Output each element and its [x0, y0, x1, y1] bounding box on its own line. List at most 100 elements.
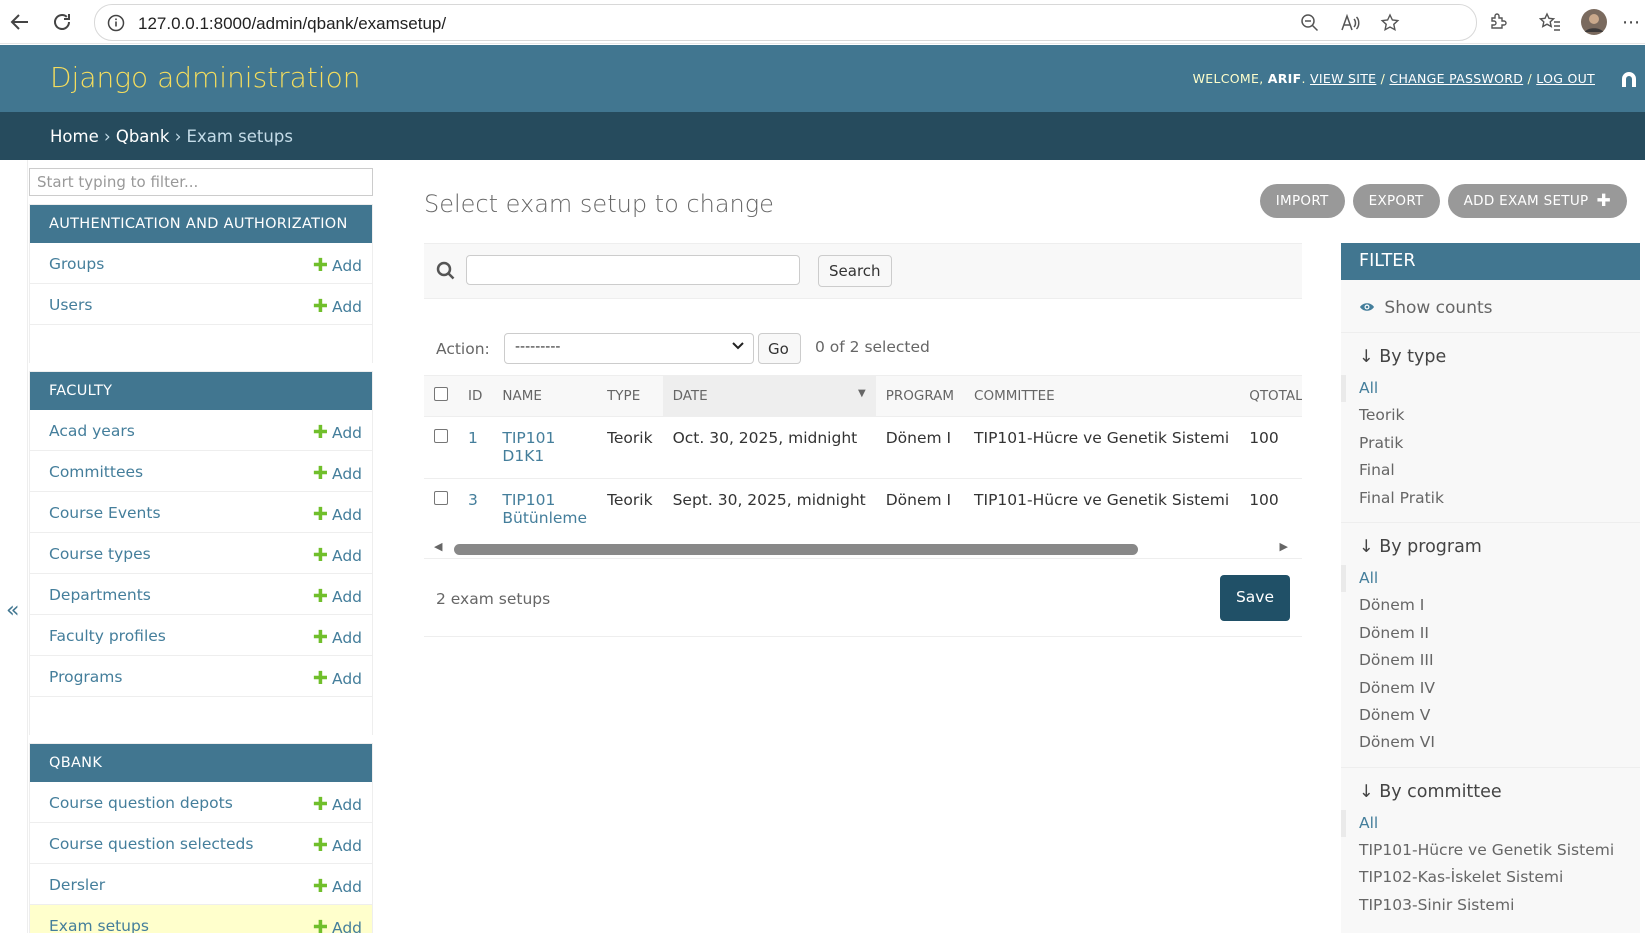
plus-icon: ✚ [312, 586, 328, 607]
model-link[interactable]: Groups [49, 255, 104, 273]
model-link[interactable]: Departments [49, 586, 151, 604]
model-link[interactable]: Course question selecteds [49, 835, 253, 853]
scrollbar-thumb[interactable] [454, 544, 1138, 555]
filter-choice[interactable]: Dönem II [1341, 620, 1640, 647]
column-header-name[interactable]: Name [492, 375, 598, 417]
row-checkbox[interactable] [424, 416, 458, 479]
row-checkbox[interactable] [424, 478, 458, 541]
row-name[interactable]: TIP101 Bütünleme [492, 478, 598, 541]
table-row: 3 TIP101 Bütünleme Teorik Sept. 30, 2025,… [424, 478, 1302, 541]
column-header-qtotal[interactable]: Qtotal [1239, 375, 1302, 417]
add-link[interactable]: ✚ Add [313, 835, 362, 856]
add-link[interactable]: ✚ Add [313, 917, 362, 933]
add-link[interactable]: ✚ Add [313, 463, 362, 484]
address-bar[interactable]: 127.0.0.1:8000/admin/qbank/examsetup/ [94, 4, 1477, 41]
theme-toggle-icon[interactable] [1619, 69, 1639, 89]
model-link[interactable]: Course types [49, 545, 151, 563]
row-committee: TIP101-Hücre ve Genetik Sistemi [964, 416, 1240, 479]
add-link[interactable]: ✚ Add [313, 794, 362, 815]
profile-avatar[interactable] [1580, 8, 1608, 36]
model-link[interactable]: Committees [49, 463, 143, 481]
favorites-icon[interactable] [1536, 8, 1564, 36]
filter-choice[interactable]: TIP101-Hücre ve Genetik Sistemi [1341, 837, 1640, 864]
add-link[interactable]: ✚ Add [313, 627, 362, 648]
breadcrumb-app[interactable]: Qbank [116, 127, 170, 146]
export-button[interactable]: Export [1352, 184, 1440, 218]
filter-choice[interactable]: Teorik [1341, 402, 1640, 429]
module-caption[interactable]: Faculty [30, 372, 372, 410]
collapse-chevron-icon[interactable]: « [6, 598, 19, 623]
filter-choice[interactable]: All [1341, 564, 1640, 593]
model-link[interactable]: Users [49, 296, 92, 314]
show-counts-link[interactable]: Show counts [1341, 280, 1640, 333]
column-header-type[interactable]: Type [597, 375, 663, 417]
action-select[interactable]: --------- [504, 333, 754, 364]
row-name[interactable]: TIP101 D1K1 [492, 416, 598, 479]
favorite-star-icon[interactable] [1380, 13, 1400, 37]
module-caption[interactable]: Authentication and Authorization [30, 205, 372, 243]
add-link[interactable]: ✚ Add [313, 586, 362, 607]
filter-choice[interactable]: Dönem I [1341, 592, 1640, 619]
filter-choice[interactable]: Dönem IV [1341, 675, 1640, 702]
zoom-out-icon[interactable] [1300, 13, 1320, 37]
filter-choice[interactable]: Pratik [1341, 430, 1640, 457]
search-input[interactable] [466, 255, 800, 285]
filter-choice[interactable]: Dönem VI [1341, 729, 1640, 756]
import-button[interactable]: Import [1259, 184, 1345, 218]
add-link[interactable]: ✚ Add [313, 255, 362, 276]
model-link[interactable]: Programs [49, 668, 122, 686]
site-branding[interactable]: Django administration [50, 61, 360, 94]
column-header-id[interactable]: ID [458, 375, 493, 417]
row-id[interactable]: 1 [458, 416, 493, 479]
column-header-committee[interactable]: Committee [964, 375, 1240, 417]
filter-choice[interactable]: Dönem III [1341, 647, 1640, 674]
filter-choice[interactable]: Final [1341, 457, 1640, 484]
add-link[interactable]: ✚ Add [313, 545, 362, 566]
model-link[interactable]: Course Events [49, 504, 161, 522]
select-all-checkbox[interactable] [424, 375, 458, 417]
add-link[interactable]: ✚ Add [313, 876, 362, 897]
filter-list-type: All Teorik Pratik Final Final Pratik [1341, 375, 1640, 523]
column-header-date[interactable]: Date ▼ [662, 375, 876, 417]
scroll-left-icon[interactable]: ◀ [434, 540, 442, 553]
column-header-program[interactable]: Program [875, 375, 965, 417]
results-table-wrapper: ID Name Type Date ▼ Program Committee Qto… [424, 375, 1302, 559]
row-id[interactable]: 3 [458, 478, 493, 541]
extensions-icon[interactable] [1484, 8, 1512, 36]
module-caption[interactable]: Qbank [30, 744, 372, 782]
sidebar-toggle[interactable]: « [0, 160, 28, 933]
model-link[interactable]: Acad years [49, 422, 135, 440]
view-site-link[interactable]: View site [1310, 71, 1376, 86]
page-title: Select exam setup to change [424, 190, 774, 218]
filter-choice[interactable]: TIP102-Kas-İskelet Sistemi [1341, 864, 1640, 891]
site-info-icon[interactable] [107, 14, 125, 36]
change-password-link[interactable]: Change password [1389, 71, 1523, 86]
filter-choice[interactable]: All [1341, 375, 1640, 403]
filter-choice[interactable]: Dönem V [1341, 702, 1640, 729]
filter-choice[interactable]: All [1341, 809, 1640, 838]
add-link[interactable]: ✚ Add [313, 504, 362, 525]
add-link[interactable]: ✚ Add [313, 668, 362, 689]
breadcrumb-home[interactable]: Home [50, 127, 99, 146]
plus-icon: ✚ [312, 422, 328, 443]
model-link[interactable]: Exam setups [49, 917, 149, 933]
save-button[interactable]: Save [1220, 575, 1290, 621]
horizontal-scrollbar[interactable]: ◀ ▶ [424, 538, 1302, 558]
sidebar-filter-input[interactable]: Start typing to filter... [29, 168, 373, 196]
filter-choice[interactable]: Final Pratik [1341, 485, 1640, 512]
read-aloud-icon[interactable] [1340, 13, 1360, 37]
log-out-link[interactable]: Log out [1536, 71, 1595, 86]
model-link[interactable]: Dersler [49, 876, 105, 894]
filter-choice[interactable]: TIP103-Sinir Sistemi [1341, 892, 1640, 919]
search-button[interactable]: Search [818, 255, 892, 287]
model-link[interactable]: Faculty profiles [49, 627, 166, 645]
add-link[interactable]: ✚ Add [313, 296, 362, 317]
add-exam-setup-button[interactable]: Add exam setup ✚ [1447, 184, 1627, 218]
more-menu-icon[interactable]: ⋯ [1620, 8, 1642, 36]
reload-icon[interactable] [48, 8, 76, 36]
scroll-right-icon[interactable]: ▶ [1280, 540, 1288, 553]
model-link[interactable]: Course question depots [49, 794, 233, 812]
back-arrow-icon[interactable] [6, 8, 34, 36]
go-button[interactable]: Go [758, 333, 801, 364]
add-link[interactable]: ✚ Add [313, 422, 362, 443]
